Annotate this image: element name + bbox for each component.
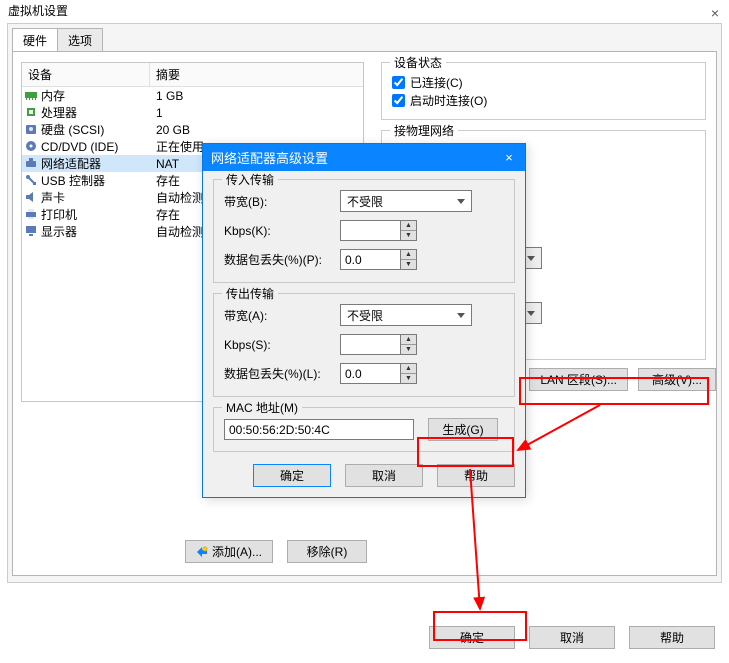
sound-icon (22, 190, 40, 205)
modal-titlebar[interactable]: 网络适配器高级设置 × (203, 144, 525, 171)
device-name: 显示器 (40, 223, 150, 240)
incoming-title: 传入传输 (222, 171, 278, 188)
loss-l-label: 数据包丢失(%)(L): (224, 365, 340, 382)
device-name: 内存 (40, 87, 150, 104)
window-title-text: 虚拟机设置 (8, 4, 68, 18)
modal-help-button[interactable]: 帮助 (437, 464, 515, 487)
printer-icon (22, 207, 40, 222)
device-name: 硬盘 (SCSI) (40, 121, 150, 138)
device-name: CD/DVD (IDE) (40, 140, 150, 154)
window-titlebar: 虚拟机设置 × (0, 0, 729, 22)
col-device-header[interactable]: 设备 (22, 63, 150, 86)
advanced-settings-dialog: 网络适配器高级设置 × 传入传输 带宽(B):不受限 Kbps(K):▲▼ 数据… (202, 143, 526, 498)
usb-icon (22, 173, 40, 188)
cd-icon (22, 139, 40, 154)
mac-title: MAC 地址(M) (222, 399, 302, 416)
bandwidth-b-label: 带宽(B): (224, 193, 340, 210)
outer-button-bar: 确定 取消 帮助 (429, 626, 715, 649)
tabs-bar: 硬件选项 (12, 28, 721, 52)
spin-up-icon[interactable]: ▲ (401, 364, 416, 374)
device-name: 网络适配器 (40, 155, 150, 172)
device-status-group: 设备状态 已连接(C) 启动时连接(O) (381, 62, 706, 120)
bandwidth-b-select[interactable]: 不受限 (340, 190, 472, 212)
modal-close-icon[interactable]: × (499, 148, 519, 166)
col-summary-header[interactable]: 摘要 (150, 63, 363, 86)
kbps-s-spinner[interactable]: ▲▼ (340, 334, 417, 355)
connected-checkbox[interactable]: 已连接(C) (392, 73, 695, 91)
outer-cancel-button[interactable]: 取消 (529, 626, 615, 649)
spin-down-icon[interactable]: ▼ (401, 231, 416, 240)
bandwidth-a-label: 带宽(A): (224, 307, 340, 324)
modal-cancel-button[interactable]: 取消 (345, 464, 423, 487)
outgoing-title: 传出传输 (222, 285, 278, 302)
device-summary: 20 GB (150, 123, 363, 137)
loss-p-label: 数据包丢失(%)(P): (224, 251, 340, 268)
kbps-k-label: Kbps(K): (224, 224, 340, 238)
device-name: 打印机 (40, 206, 150, 223)
kbps-k-spinner[interactable]: ▲▼ (340, 220, 417, 241)
display-icon (22, 224, 40, 239)
network-connection-title: 接物理网络 (390, 122, 458, 139)
incoming-group: 传入传输 带宽(B):不受限 Kbps(K):▲▼ 数据包丢失(%)(P):▲▼ (213, 179, 515, 283)
device-status-title: 设备状态 (390, 54, 446, 71)
loss-l-spinner[interactable]: ▲▼ (340, 363, 417, 384)
device-name: USB 控制器 (40, 172, 150, 189)
generate-button[interactable]: 生成(G) (428, 418, 498, 441)
memory-icon (22, 88, 40, 103)
tab-options[interactable]: 选项 (57, 28, 103, 52)
tab-hardware[interactable]: 硬件 (12, 28, 58, 52)
modal-button-bar: 确定 取消 帮助 (213, 462, 515, 487)
spin-up-icon[interactable]: ▲ (401, 221, 416, 231)
spin-down-icon[interactable]: ▼ (401, 374, 416, 383)
spin-down-icon[interactable]: ▼ (401, 260, 416, 269)
connect-at-poweron-checkbox[interactable]: 启动时连接(O) (392, 91, 695, 109)
device-summary: 1 GB (150, 89, 363, 103)
outgoing-group: 传出传输 带宽(A):不受限 Kbps(S):▲▼ 数据包丢失(%)(L):▲▼ (213, 293, 515, 397)
mac-group: MAC 地址(M) 生成(G) (213, 407, 515, 452)
outer-ok-button[interactable]: 确定 (429, 626, 515, 649)
add-button[interactable]: 添加(A)... (185, 540, 273, 563)
device-summary: 1 (150, 106, 363, 120)
modal-title-text: 网络适配器高级设置 (211, 148, 328, 167)
kbps-s-label: Kbps(S): (224, 338, 340, 352)
mac-input[interactable] (224, 419, 414, 440)
window-close-icon[interactable]: × (711, 2, 719, 24)
net-icon (22, 156, 40, 171)
outer-help-button[interactable]: 帮助 (629, 626, 715, 649)
spin-up-icon[interactable]: ▲ (401, 335, 416, 345)
bandwidth-a-select[interactable]: 不受限 (340, 304, 472, 326)
disk-icon (22, 122, 40, 137)
modal-ok-button[interactable]: 确定 (253, 464, 331, 487)
loss-p-spinner[interactable]: ▲▼ (340, 249, 417, 270)
cpu-icon (22, 105, 40, 120)
device-name: 声卡 (40, 189, 150, 206)
spin-up-icon[interactable]: ▲ (401, 250, 416, 260)
remove-button[interactable]: 移除(R) (287, 540, 367, 563)
device-list-header: 设备 摘要 (22, 63, 363, 87)
device-row-cpu[interactable]: 处理器1 (22, 104, 363, 121)
device-row-disk[interactable]: 硬盘 (SCSI)20 GB (22, 121, 363, 138)
device-name: 处理器 (40, 104, 150, 121)
spin-down-icon[interactable]: ▼ (401, 345, 416, 354)
advanced-button[interactable]: 高级(V)... (638, 368, 716, 391)
device-row-memory[interactable]: 内存1 GB (22, 87, 363, 104)
lan-segments-button[interactable]: LAN 区段(S)... (529, 368, 628, 391)
